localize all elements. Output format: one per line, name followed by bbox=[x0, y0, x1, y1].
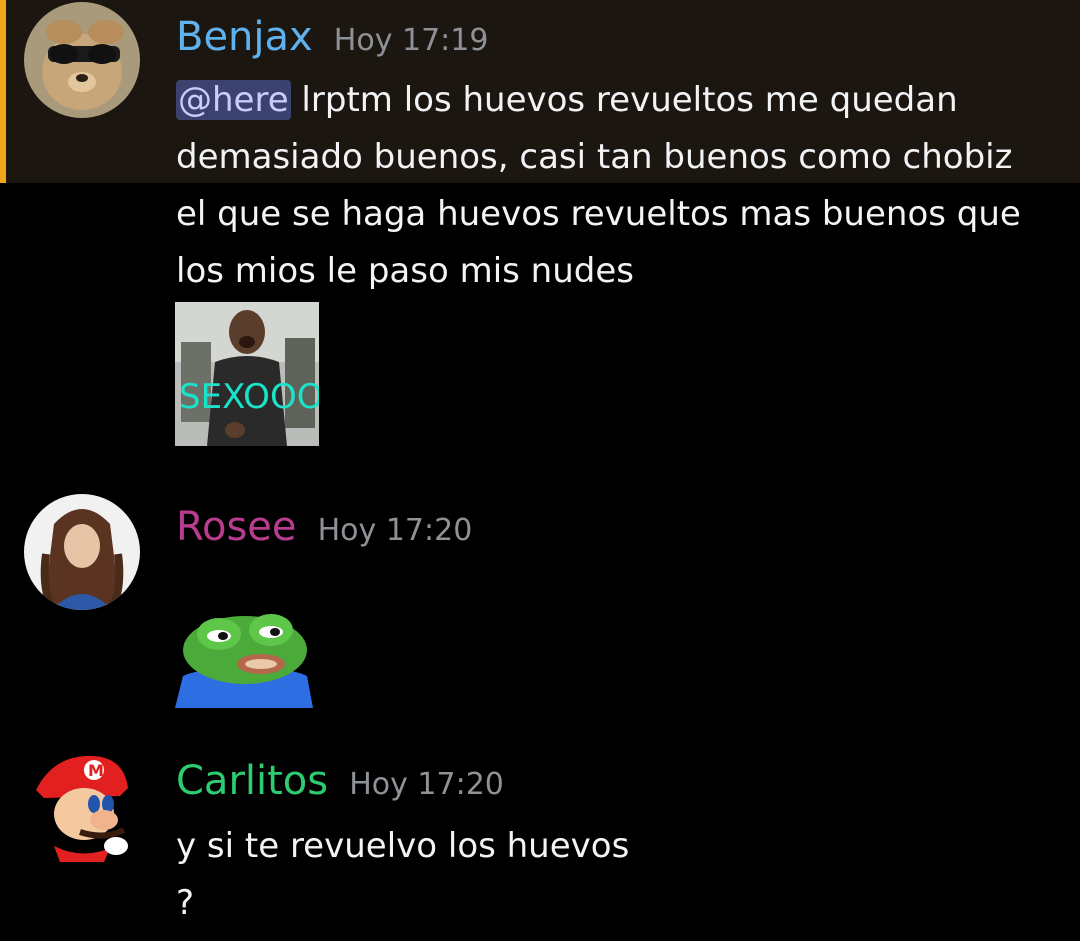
message-text: lrptm los huevos revueltos me quedan bbox=[290, 80, 958, 120]
chat-message-list: Benjax Hoy 17:19 @here lrptm los huevos … bbox=[0, 0, 1080, 941]
username[interactable]: Benjax bbox=[176, 14, 313, 60]
svg-text:M: M bbox=[88, 761, 104, 780]
mario-avatar-icon: M bbox=[36, 755, 128, 862]
mention-here[interactable]: @here bbox=[176, 80, 291, 120]
man-shouting-image: SEXOOO bbox=[175, 302, 319, 446]
timestamp: Hoy 17:20 bbox=[349, 767, 504, 802]
message-header: Carlitos Hoy 17:20 bbox=[176, 758, 504, 804]
mention-highlight-bar bbox=[0, 0, 6, 183]
username[interactable]: Rosee bbox=[176, 504, 297, 550]
avatar-carlitos[interactable]: M bbox=[24, 748, 140, 864]
dog-avatar-icon bbox=[24, 2, 140, 118]
avatar-benjax[interactable] bbox=[24, 2, 140, 118]
message-header: Benjax Hoy 17:19 bbox=[176, 14, 488, 60]
attachment-caption: SEXOOO bbox=[179, 377, 319, 417]
message-header: Rosee Hoy 17:20 bbox=[176, 504, 472, 550]
message-content: @here lrptm los huevos revueltos me qued… bbox=[176, 72, 1056, 300]
message-line: y si te revuelvo los huevos bbox=[176, 826, 630, 866]
timestamp: Hoy 17:20 bbox=[317, 513, 473, 548]
pepe-frog-icon bbox=[175, 614, 313, 708]
pepe-frog-sticker[interactable] bbox=[175, 606, 313, 708]
message-line: los mios le paso mis nudes bbox=[176, 251, 634, 291]
message-line: demasiado buenos, casi tan buenos como c… bbox=[176, 137, 1013, 177]
message-line: @here lrptm los huevos revueltos me qued… bbox=[176, 72, 1056, 129]
woman-avatar-icon bbox=[24, 494, 140, 610]
image-attachment[interactable]: SEXOOO bbox=[175, 302, 319, 446]
username[interactable]: Carlitos bbox=[176, 758, 328, 804]
timestamp: Hoy 17:19 bbox=[333, 23, 489, 58]
avatar-rosee[interactable] bbox=[24, 494, 140, 610]
message-line: ? bbox=[176, 883, 195, 923]
message-line: el que se haga huevos revueltos mas buen… bbox=[176, 194, 1021, 234]
message-content: y si te revuelvo los huevos ? bbox=[176, 818, 1056, 932]
